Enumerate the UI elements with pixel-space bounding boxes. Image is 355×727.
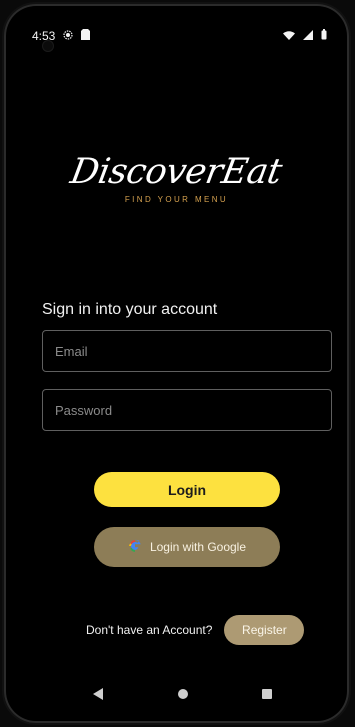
status-right	[283, 29, 327, 43]
status-bar: 4:53	[32, 26, 327, 46]
home-icon[interactable]	[173, 685, 193, 703]
google-icon	[128, 539, 142, 556]
android-navigation-bar	[88, 685, 277, 703]
wifi-icon	[283, 29, 295, 43]
google-login-button[interactable]: Login with Google	[94, 527, 280, 567]
email-placeholder: Email	[55, 343, 88, 359]
signal-icon	[303, 29, 313, 43]
battery-icon	[321, 29, 327, 43]
register-row: Don't have an Account? Register	[86, 615, 305, 645]
back-icon[interactable]	[88, 685, 108, 703]
brand-logo: DiscoverEat FIND YOUR MENU	[4, 152, 349, 204]
phone-screen: 4:53 DiscoverEat FIND YOUR MENU Sign in …	[0, 0, 355, 727]
brand-subtitle: FIND YOUR MENU	[124, 195, 229, 204]
login-button-label: Login	[167, 481, 207, 498]
login-button[interactable]: Login	[94, 472, 280, 507]
status-left: 4:53	[32, 29, 91, 43]
app-screen: 4:53 DiscoverEat FIND YOUR MENU Sign in …	[4, 4, 349, 723]
password-placeholder: Password	[55, 402, 113, 418]
email-field[interactable]: Email	[42, 330, 332, 372]
google-login-label: Login with Google	[149, 540, 247, 554]
register-button[interactable]: Register	[224, 615, 305, 645]
camera-icon	[42, 40, 54, 52]
sim-card-icon	[81, 29, 91, 43]
settings-icon	[63, 29, 73, 43]
no-account-text: Don't have an Account?	[86, 623, 213, 637]
page-title: Sign in into your account	[42, 301, 218, 318]
recent-apps-icon[interactable]	[257, 685, 277, 703]
brand-title: DiscoverEat	[67, 152, 286, 192]
password-field[interactable]: Password	[42, 389, 332, 431]
register-button-label: Register	[242, 623, 287, 637]
